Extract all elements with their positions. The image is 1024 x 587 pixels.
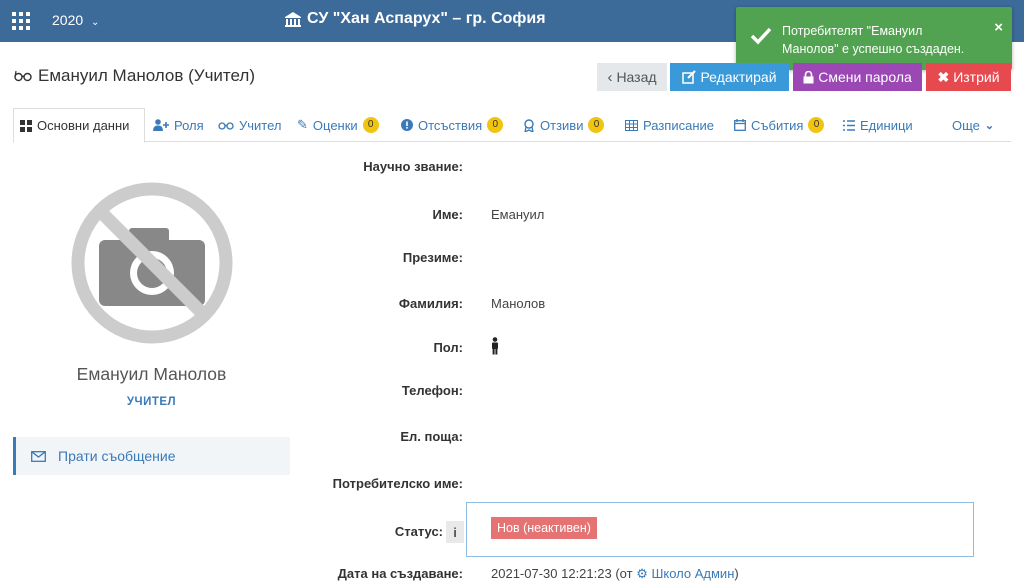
created-date-value: 2021-07-30 12:21:23 (от ⚙ Школо Админ) [491,566,739,582]
middle-name-label: Презиме: [402,250,463,265]
school-building-icon [285,12,301,27]
created-date-text: 2021-07-30 12:21:23 (от [491,566,633,581]
chevron-down-icon: ⌄ [91,17,100,28]
page-title-text: Емануил Манолов (Учител) [38,66,255,85]
creator-link[interactable]: Школо Админ [651,566,734,581]
tab-grades[interactable]: ✎ Оценки 0 [291,108,385,142]
tab-label: Единици [860,117,913,133]
username-label: Потребителско име: [332,476,463,491]
absences-count-badge: 0 [487,117,504,133]
status-label: Статус: [394,524,443,539]
events-count-badge: 0 [808,117,825,133]
user-plus-icon [153,119,169,131]
first-name-label: Име: [432,207,463,222]
pencil-icon: ✎ [297,117,308,132]
send-message-button[interactable]: Прати съобщение [13,437,290,475]
toast-message: Потребителят "Емануил Манолов" е успешно… [782,24,965,56]
tab-label: Отзиви [540,117,584,133]
glasses-icon [218,122,234,130]
male-icon [492,337,498,355]
year-selector[interactable]: 2020 ⌄ [52,12,99,28]
exclamation-circle-icon [401,119,413,131]
tab-label: Събития [751,117,804,133]
success-toast: Потребителят "Емануил Манолов" е успешно… [736,7,1012,70]
first-name-value: Емануил [491,207,545,222]
edit-label: Редактирай [700,69,777,85]
tab-label: Основни данни [37,118,130,133]
tab-reviews[interactable]: Отзиви 0 [517,108,610,142]
phone-label: Телефон: [401,383,463,398]
status-info-button[interactable]: i [446,521,464,543]
profile-role: УЧИТЕЛ [126,396,177,408]
grades-count-badge: 0 [362,117,379,133]
tab-events[interactable]: Събития 0 [728,108,830,142]
year-label: 2020 [52,12,84,28]
tab-label: Още [952,117,980,133]
chevron-down-icon: ⌄ [984,119,995,132]
tab-absences[interactable]: Отсъствия 0 [395,108,509,142]
change-password-button[interactable]: Смени парола [793,63,922,91]
tab-label: Роля [174,117,204,133]
last-name-label: Фамилия: [398,296,463,311]
delete-button[interactable]: ✖ Изтрий [926,63,1011,91]
academic-title-label: Научно звание: [363,159,463,174]
send-message-label: Прати съобщение [58,448,176,464]
tab-label: Учител [239,117,282,133]
tab-role[interactable]: Роля [147,108,210,142]
lock-icon [803,70,814,83]
close-icon: ✖ [937,68,950,85]
toast-close-button[interactable]: × [994,19,1003,36]
page-title: Емануил Манолов (Учител) [14,66,255,86]
reviews-count-badge: 0 [588,117,605,133]
back-button[interactable]: ‹ Назад [597,63,667,91]
created-date-label: Дата на създаване: [337,566,463,581]
edit-icon [682,70,697,84]
no-camera-icon [71,182,233,344]
edit-button[interactable]: Редактирай [670,63,789,91]
created-close-paren: ) [734,566,739,581]
status-badge: Нов (неактивен) [491,517,597,539]
status-field: Нов (неактивен) [466,502,974,557]
table-icon [625,119,638,131]
envelope-icon [31,450,46,462]
tab-label: Оценки [312,117,358,133]
email-label: Ел. поща: [400,429,463,444]
tab-more[interactable]: Още ⌄ [946,108,1000,142]
apps-grid-icon[interactable] [12,12,30,30]
school-name: СУ "Хан Аспарух" – гр. София [307,10,546,27]
tab-main-data[interactable]: Основни данни [13,108,145,143]
tab-schedule[interactable]: Разписание [619,108,720,142]
glasses-icon [14,70,32,82]
gear-icon: ⚙ [636,566,648,581]
list-icon [843,119,855,131]
tab-label: Отсъствия [418,117,483,133]
delete-label: Изтрий [953,69,1000,85]
gender-label: Пол: [433,340,463,355]
school-title: СУ "Хан Аспарух" – гр. София [284,10,546,28]
calendar-icon [734,119,746,131]
grid-icon [20,119,32,132]
back-label: Назад [616,69,657,85]
tab-units[interactable]: Единици [837,108,919,142]
award-icon [524,118,534,132]
last-name-value: Манолов [491,296,546,311]
change-password-label: Смени парола [818,69,912,85]
profile-name: Емануил Манолов [76,364,227,384]
tab-teacher[interactable]: Учител [212,108,288,142]
check-icon [750,27,772,45]
no-photo-avatar [69,180,235,346]
chevron-left-icon: ‹ [607,68,613,86]
tab-label: Разписание [643,117,714,133]
profile-tabs: Основни данни Роля Учител ✎ Оценки 0 Отс… [13,108,1011,143]
